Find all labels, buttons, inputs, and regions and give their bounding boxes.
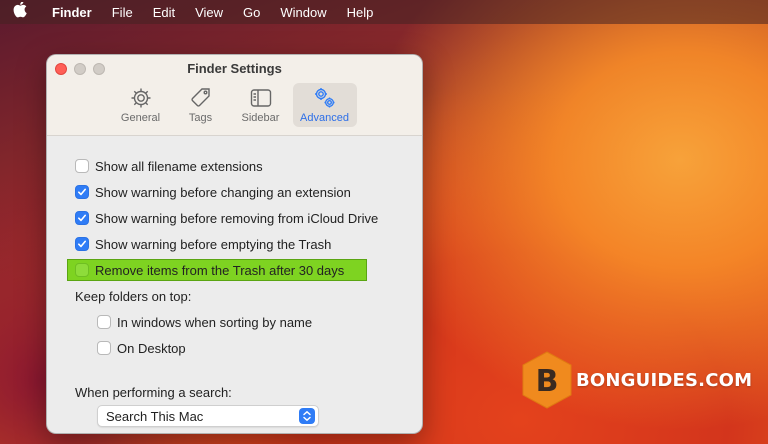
checkmark-icon <box>78 214 86 222</box>
bonguides-logo-icon: B <box>522 351 572 409</box>
option-label: Show all filename extensions <box>95 158 263 174</box>
option-row[interactable]: Show warning before removing from iCloud… <box>47 205 422 231</box>
gear-icon <box>131 88 150 108</box>
tab-tags[interactable]: Tags <box>173 83 229 127</box>
tab-general[interactable]: General <box>113 83 169 127</box>
option-row[interactable]: Show all filename extensions <box>47 153 422 179</box>
folders-on-top-heading: Keep folders on top: <box>75 288 192 304</box>
menu-view[interactable]: View <box>185 5 233 20</box>
tab-sidebar[interactable]: Sidebar <box>233 83 289 127</box>
checkbox-warn-empty-trash[interactable] <box>75 237 89 251</box>
sidebar-icon <box>250 89 271 107</box>
checkbox-warn-icloud-removal[interactable] <box>75 211 89 225</box>
menu-go[interactable]: Go <box>233 5 270 20</box>
option-label: Show warning before removing from iCloud… <box>95 210 379 226</box>
tab-advanced-label: Advanced <box>300 112 349 124</box>
menu-finder[interactable]: Finder <box>40 5 102 20</box>
option-row[interactable]: In windows when sorting by name <box>47 309 422 335</box>
checkbox-folders-top-desktop[interactable] <box>97 341 111 355</box>
finder-settings-window: Finder Settings General Tags Sidebar Adv… <box>46 54 423 434</box>
menu-bar: Finder File Edit View Go Window Help <box>0 0 768 24</box>
title-bar: Finder Settings General Tags Sidebar Adv… <box>47 55 422 136</box>
option-label: Remove items from the Trash after 30 day… <box>95 262 345 278</box>
menu-file[interactable]: File <box>102 5 143 20</box>
menu-help[interactable]: Help <box>337 5 384 20</box>
menu-window[interactable]: Window <box>270 5 336 20</box>
option-row[interactable]: Show warning before changing an extensio… <box>47 179 422 205</box>
tab-advanced[interactable]: Advanced <box>292 83 357 127</box>
checkmark-icon <box>78 240 86 248</box>
tab-general-label: General <box>120 112 161 124</box>
watermark-letter: B <box>536 364 559 399</box>
option-label: In windows when sorting by name <box>117 314 313 330</box>
search-scope-heading: When performing a search: <box>75 384 232 400</box>
watermark-text: BONGUIDES.COM <box>576 369 753 391</box>
option-row-highlighted[interactable]: Remove items from the Trash after 30 day… <box>47 257 422 283</box>
tab-tags-label: Tags <box>188 112 213 124</box>
select-arrows-icon <box>299 408 315 424</box>
checkbox-show-extensions[interactable] <box>75 159 89 173</box>
option-label: On Desktop <box>117 340 186 356</box>
search-scope-select[interactable]: Search This Mac <box>97 405 319 427</box>
tab-sidebar-label: Sidebar <box>241 112 280 124</box>
option-row[interactable]: Show warning before emptying the Trash <box>47 231 422 257</box>
checkbox-folders-top-windows[interactable] <box>97 315 111 329</box>
checkmark-icon <box>78 188 86 196</box>
tag-icon <box>190 88 210 107</box>
option-row[interactable]: On Desktop <box>47 335 422 361</box>
bonguides-watermark: B BONGUIDES.COM <box>520 350 760 410</box>
checkbox-remove-trash-30-days[interactable] <box>75 263 89 277</box>
apple-menu-icon[interactable] <box>0 1 40 22</box>
option-label: Show warning before emptying the Trash <box>95 236 332 252</box>
search-scope-value: Search This Mac <box>106 408 204 424</box>
gears-icon <box>314 88 334 108</box>
menu-edit[interactable]: Edit <box>143 5 185 20</box>
option-label: Show warning before changing an extensio… <box>95 184 351 200</box>
window-title: Finder Settings <box>187 61 282 76</box>
checkbox-warn-change-extension[interactable] <box>75 185 89 199</box>
advanced-settings-pane: Show all filename extensions Show warnin… <box>47 136 422 427</box>
settings-tabs: General Tags Sidebar Advanced <box>47 83 422 127</box>
